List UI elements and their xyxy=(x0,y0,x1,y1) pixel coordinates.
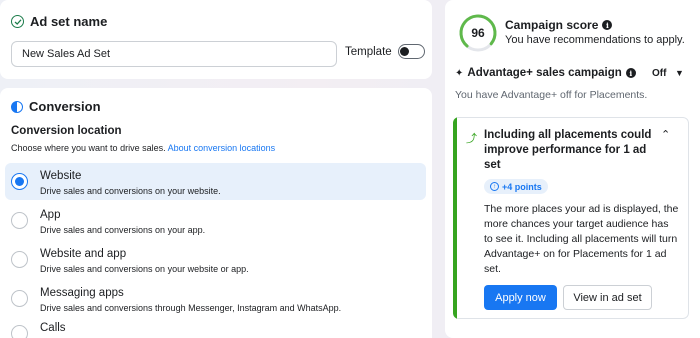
view-in-ad-set-button[interactable]: View in ad set xyxy=(563,285,652,310)
option-desc: Drive sales and conversions through Mess… xyxy=(40,303,342,313)
radio-app[interactable] xyxy=(11,212,28,229)
radio-calls[interactable] xyxy=(11,325,28,338)
conversion-header: Conversion xyxy=(11,99,101,114)
conversion-title: Conversion xyxy=(29,99,101,114)
half-circle-icon xyxy=(11,100,23,113)
option-title: Website xyxy=(40,170,82,182)
radio-website-and-app[interactable] xyxy=(11,251,28,268)
option-desc: Drive sales and conversions on your webs… xyxy=(40,264,249,274)
option-title: Website and app xyxy=(40,248,127,260)
recommendation-title: Including all placements could improve p… xyxy=(484,129,652,171)
option-desc: Drive sales and conversions on your app. xyxy=(40,225,206,235)
template-toggle-group: Template xyxy=(345,44,425,59)
info-icon[interactable]: i xyxy=(602,20,613,30)
option-website[interactable]: Website Drive sales and conversions on y… xyxy=(5,163,426,200)
radio-website[interactable] xyxy=(11,173,28,190)
about-conversion-locations-link[interactable]: About conversion locations xyxy=(168,143,276,153)
arrow-up-icon: ↑ xyxy=(490,182,499,191)
points-badge-label: +4 points xyxy=(502,181,542,192)
campaign-score-subtitle: You have recommendations to apply. xyxy=(505,34,685,46)
info-icon[interactable]: i xyxy=(625,68,636,78)
points-badge: ↑ +4 points xyxy=(484,179,548,194)
ad-set-name-header: Ad set name xyxy=(11,14,107,29)
chevron-up-icon[interactable]: ⌃ xyxy=(661,128,670,141)
apply-now-button[interactable]: Apply now xyxy=(484,285,557,310)
option-website-and-app[interactable]: Website and app Drive sales and conversi… xyxy=(5,241,426,278)
trend-sparkle-icon: ⤴ xyxy=(466,133,477,145)
option-desc: Drive sales and conversions on your webs… xyxy=(40,186,221,196)
score-value: 96 xyxy=(471,26,485,40)
radio-messaging-apps[interactable] xyxy=(11,290,28,307)
advantage-desc: You have Advantage+ off for Placements. xyxy=(455,89,648,101)
ad-set-name-title: Ad set name xyxy=(30,14,108,29)
toggle-knob xyxy=(400,46,410,56)
option-app[interactable]: App Drive sales and conversions on your … xyxy=(5,202,426,239)
sparkle-icon: ✦ xyxy=(455,67,464,79)
advantage-header: ✦ Advantage+ sales campaign i xyxy=(455,67,636,79)
option-title: Calls xyxy=(40,322,66,334)
template-label: Template xyxy=(345,45,392,58)
campaign-score-title: Campaign score xyxy=(505,18,599,32)
check-circle-icon xyxy=(11,15,24,28)
advantage-status[interactable]: Off xyxy=(652,68,666,79)
radio-dot xyxy=(15,177,24,186)
campaign-score-header: Campaign score i xyxy=(505,18,613,32)
option-calls[interactable]: Calls xyxy=(5,315,426,338)
conversion-location-desc-text: Choose where you want to drive sales. xyxy=(11,143,166,153)
recommendation-body: The more places your ad is displayed, th… xyxy=(484,203,679,275)
conversion-location-label: Conversion location xyxy=(11,125,122,137)
option-title: App xyxy=(40,209,61,221)
ad-set-name-input[interactable] xyxy=(11,41,337,67)
template-toggle[interactable] xyxy=(397,44,425,59)
option-messaging-apps[interactable]: Messaging apps Drive sales and conversio… xyxy=(5,280,426,317)
advantage-title: Advantage+ sales campaign xyxy=(467,67,622,79)
conversion-location-desc: Choose where you want to drive sales. Ab… xyxy=(11,143,275,153)
ad-set-name-card xyxy=(0,0,432,79)
caret-down-icon[interactable]: ▼ xyxy=(675,68,684,78)
option-title: Messaging apps xyxy=(40,287,124,299)
